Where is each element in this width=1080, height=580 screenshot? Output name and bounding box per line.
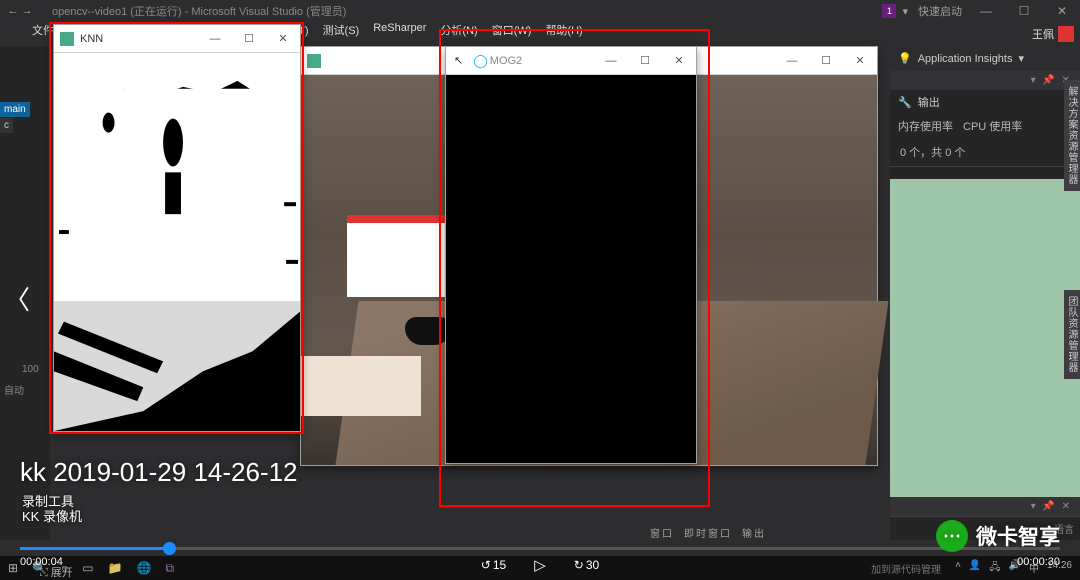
- vs-bottom-tabs: 窗口 即时窗口 输出: [650, 525, 766, 540]
- vs-user-name[interactable]: 王佩: [1032, 26, 1054, 42]
- panel2-pin-icon[interactable]: 📌: [1042, 501, 1056, 512]
- vs-close-button[interactable]: ✕: [1048, 4, 1076, 18]
- vs-notification-badge[interactable]: 1: [882, 4, 896, 18]
- panel-dropdown-icon[interactable]: ▾: [1031, 75, 1038, 86]
- vs-window-title: opencv--video1 (正在运行) - Microsoft Visual…: [52, 3, 346, 19]
- vs-maximize-button[interactable]: ☐: [1010, 4, 1038, 18]
- mog2-close-button[interactable]: ✕: [662, 47, 696, 74]
- skip-forward-button[interactable]: ↻30: [574, 558, 599, 572]
- task-start-icon[interactable]: ⊞: [8, 561, 18, 575]
- desk-keypad: [301, 356, 421, 416]
- memory-usage-label[interactable]: 内存使用率: [898, 118, 953, 134]
- vs-line-number: 100: [22, 364, 39, 375]
- mog2-maximize-button[interactable]: ☐: [628, 47, 662, 74]
- language-label[interactable]: 语言: [1054, 521, 1074, 536]
- tray-people-icon[interactable]: 👤: [969, 560, 981, 577]
- task-taskview-icon[interactable]: ▭: [82, 561, 93, 575]
- frame-close-button[interactable]: ✕: [843, 47, 877, 74]
- knn-window-icon: [60, 32, 74, 46]
- task-explorer-icon[interactable]: 📁: [108, 561, 123, 575]
- panel2-close-icon[interactable]: ✕: [1062, 501, 1072, 512]
- vs-file-tab-main[interactable]: main: [0, 102, 30, 117]
- frame-window-icon: [307, 54, 321, 68]
- vs-forward-icon[interactable]: →: [20, 5, 34, 17]
- tray-clock[interactable]: 14:26: [1047, 560, 1072, 577]
- knn-minimize-button[interactable]: —: [198, 25, 232, 52]
- video-controls: ↺15 ▷ ↻30: [481, 556, 599, 574]
- vs-status-addsource[interactable]: 加到源代码管理: [871, 561, 941, 576]
- vs-feedback-icon[interactable]: ▾: [902, 5, 908, 18]
- vs-user-avatar[interactable]: [1058, 26, 1074, 42]
- play-button[interactable]: ▷: [534, 556, 546, 574]
- vs-right-panels: 💡 Application Insights ▾ ▾ 📌 ✕ 🔧 输出 内存使用…: [890, 46, 1080, 540]
- busy-spinner-icon: ◯: [473, 53, 488, 69]
- team-explorer-tab[interactable]: 团队资源管理器: [1064, 290, 1080, 379]
- frame-minimize-button[interactable]: —: [775, 47, 809, 74]
- vs-menu-help[interactable]: 帮助(H): [545, 22, 582, 42]
- vs-menu-analyze[interactable]: 分析(N): [440, 22, 477, 42]
- task-vs-icon[interactable]: ⧉: [166, 561, 175, 576]
- expand-button[interactable]: ⛶ 展开: [40, 564, 73, 580]
- tray-ime-icon[interactable]: 中: [1029, 560, 1039, 577]
- cursor-icon: ↖: [454, 54, 463, 67]
- knn-window-title: KNN: [80, 33, 103, 45]
- video-progress-fill: [20, 547, 169, 550]
- prev-video-button[interactable]: 〈: [4, 280, 30, 317]
- tray-up-icon[interactable]: ˄: [955, 560, 961, 577]
- vs-back-icon[interactable]: ←: [6, 5, 20, 17]
- mog2-content: [446, 75, 696, 463]
- chevron-down-icon[interactable]: ▾: [1018, 52, 1024, 65]
- vs-bottom-tab-output[interactable]: 输出: [742, 525, 766, 540]
- skip-back-button[interactable]: ↺15: [481, 558, 506, 572]
- diagnostic-count: 0 个，共 0 个: [890, 138, 1080, 167]
- vs-menu-test[interactable]: 测试(S): [323, 22, 360, 42]
- wrench-icon: 🔧: [898, 96, 912, 109]
- vs-bottom-tab-immediate[interactable]: 即时窗口: [684, 525, 732, 540]
- desk-calendar: [347, 215, 457, 297]
- tray-network-icon[interactable]: 🖧: [989, 560, 1000, 577]
- output-label: 输出: [918, 94, 940, 110]
- vs-file-tab-other[interactable]: c: [0, 118, 13, 133]
- solution-explorer-tab[interactable]: 解决方案资源管理器: [1064, 80, 1080, 191]
- mog2-minimize-button[interactable]: —: [594, 47, 628, 74]
- vs-autocomplete-label: 自动: [4, 382, 24, 397]
- panel2-dropdown-icon[interactable]: ▾: [1031, 501, 1038, 512]
- panel-pin-icon[interactable]: 📌: [1042, 75, 1056, 86]
- app-insights-label[interactable]: Application Insights: [918, 53, 1013, 65]
- video-progress[interactable]: [20, 547, 1060, 550]
- video-caption: kk 2019-01-29 14-26-12: [20, 457, 298, 488]
- vs-minimize-button[interactable]: —: [972, 4, 1000, 18]
- knn-window[interactable]: KNN — ☐ ✕: [53, 24, 301, 432]
- vs-menu-window[interactable]: 窗口(W): [492, 22, 532, 42]
- mog2-window[interactable]: ↖ ◯ MOG2 — ☐ ✕: [445, 46, 697, 464]
- bulb-icon: 💡: [898, 52, 912, 65]
- desk-mouse: [405, 317, 451, 345]
- knn-content: [54, 53, 300, 431]
- frame-maximize-button[interactable]: ☐: [809, 47, 843, 74]
- knn-maximize-button[interactable]: ☐: [232, 25, 266, 52]
- vs-menu-file[interactable]: 文件: [32, 22, 54, 42]
- mog2-window-title: MOG2: [490, 55, 522, 67]
- vs-quick-launch[interactable]: 快速启动: [918, 3, 962, 19]
- diagnostic-chart: [890, 179, 1080, 497]
- knn-close-button[interactable]: ✕: [266, 25, 300, 52]
- task-browser-icon[interactable]: 🌐: [137, 561, 152, 575]
- video-progress-handle[interactable]: [163, 542, 176, 555]
- tray-volume-icon[interactable]: 🔊: [1009, 560, 1021, 577]
- vs-menu-resharper[interactable]: ReSharper: [373, 22, 426, 42]
- cpu-usage-label[interactable]: CPU 使用率: [963, 118, 1022, 134]
- vs-bottom-tab-window[interactable]: 窗口: [650, 525, 674, 540]
